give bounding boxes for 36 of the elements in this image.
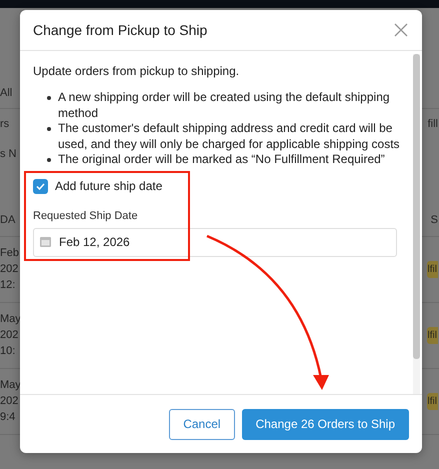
calendar-icon <box>40 237 51 247</box>
intro-text: Update orders from pickup to shipping. <box>33 64 240 79</box>
column-header: DA <box>0 214 16 226</box>
field-label: Requested Ship Date <box>33 210 139 222</box>
table-cell-text: 12: <box>0 278 16 293</box>
bullet-dot <box>47 127 51 131</box>
bullet-text: A new shipping order will be created using the default shipping method <box>58 90 391 121</box>
close-button[interactable] <box>394 23 408 37</box>
status-badge: lfil <box>426 327 438 344</box>
checkmark-icon <box>36 182 45 190</box>
status-badge: lfil <box>426 393 438 410</box>
status-badge: lfil <box>426 261 438 278</box>
table-cell-text: May <box>0 378 21 393</box>
checkbox[interactable] <box>33 178 48 194</box>
table-cell-text: May <box>0 312 21 327</box>
table-cell-text: 9:4 <box>0 410 16 425</box>
confirm-button[interactable]: Change 26 Orders to Ship <box>242 408 409 440</box>
background-text: rs <box>0 118 10 130</box>
bullet-dot <box>47 96 51 100</box>
column-header: S <box>430 214 438 226</box>
background-text: fill <box>428 118 438 130</box>
bullet-dot <box>47 158 51 162</box>
scrollbar[interactable] <box>413 54 420 394</box>
table-cell-text: 202 <box>0 394 20 409</box>
date-field[interactable]: Feb 12, 2026 <box>33 228 397 256</box>
background-text: s N <box>0 148 16 160</box>
table-cell-text: 202 <box>0 328 20 343</box>
bullet-text: The customer's default shipping address and credit card will be used, and they will only be charged for applicable shipping costs <box>58 121 401 152</box>
table-cell-text: 202 <box>0 262 19 277</box>
table-cell-text: 10: <box>0 344 16 359</box>
cancel-button[interactable]: Cancel <box>169 408 235 440</box>
checkbox-label: Add future ship date <box>55 179 162 193</box>
table-cell-text: Feb <box>0 246 19 261</box>
background-text: All <box>0 87 12 99</box>
bullet-text: The original order will be marked as “No Fulfillment Required” <box>58 152 385 168</box>
dialog-title: Change from Pickup to Ship <box>33 22 208 38</box>
